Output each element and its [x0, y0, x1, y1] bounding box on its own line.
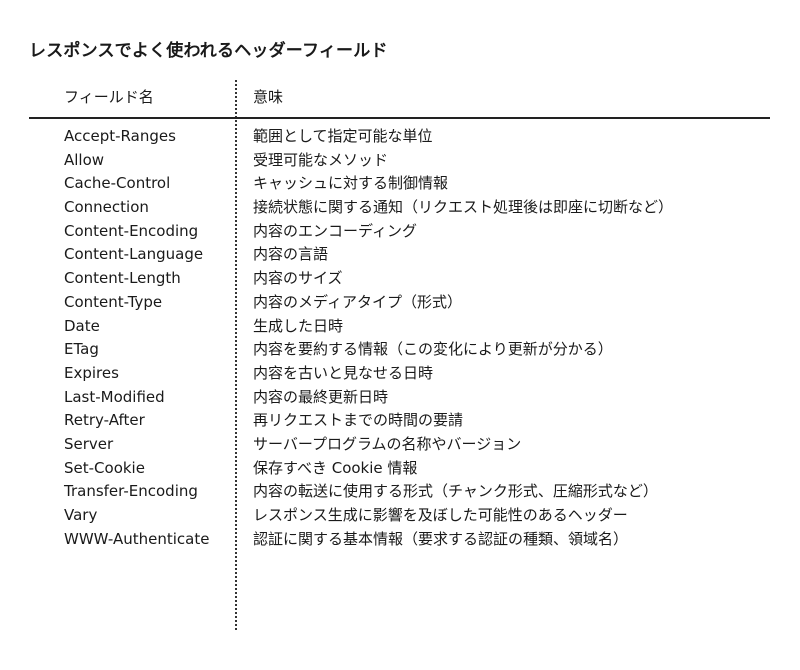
field-name-cell: Connection — [64, 198, 149, 217]
column-header-field-name: フィールド名 — [64, 88, 154, 106]
meaning-cell: 内容を古いと見なせる日時 — [253, 363, 434, 382]
field-name-cell: Date — [64, 316, 100, 335]
meaning-cell: サーバープログラムの名称やバージョン — [253, 434, 522, 453]
table-row: Content-Length 内容のサイズ — [0, 266, 800, 290]
table-row: Expires 内容を古いと見なせる日時 — [0, 361, 800, 385]
table-row: Content-Language 内容の言語 — [0, 242, 800, 266]
meaning-cell: キャッシュに対する制御情報 — [253, 174, 449, 193]
field-name-cell: Content-Language — [64, 245, 204, 264]
meaning-cell: 内容の最終更新日時 — [253, 387, 389, 406]
meaning-cell: 保存すべき Cookie 情報 — [253, 458, 418, 477]
table-row: Retry-After 再リクエストまでの時間の要請 — [0, 408, 800, 432]
table-body: Accept-Ranges 範囲として指定可能な単位 Allow 受理可能なメソ… — [0, 124, 800, 550]
meaning-cell: 内容のエンコーディング — [253, 221, 417, 240]
field-name-cell: Transfer-Encoding — [64, 482, 198, 501]
meaning-cell: 内容の言語 — [253, 245, 329, 264]
header-divider — [29, 117, 770, 119]
field-name-cell: Server — [64, 434, 114, 453]
table-row: Transfer-Encoding 内容の転送に使用する形式（チャンク形式、圧縮… — [0, 479, 800, 503]
meaning-cell: 再リクエストまでの時間の要請 — [253, 411, 464, 430]
meaning-cell: 内容のメディアタイプ（形式） — [253, 292, 462, 311]
meaning-cell: 範囲として指定可能な単位 — [253, 127, 433, 145]
meaning-cell: レスポンス生成に影響を及ぼした可能性のあるヘッダー — [253, 506, 628, 524]
field-name-cell: Vary — [64, 506, 98, 524]
meaning-cell: 内容のサイズ — [253, 269, 343, 288]
meaning-cell: 内容の転送に使用する形式（チャンク形式、圧縮形式など） — [253, 482, 658, 501]
table-row: Content-Encoding 内容のエンコーディング — [0, 219, 800, 243]
table-row: Connection 接続状態に関する通知（リクエスト処理後は即座に切断など） — [0, 195, 800, 219]
field-name-cell: ETag — [64, 340, 99, 359]
meaning-cell: 生成した日時 — [253, 316, 344, 335]
field-name-cell: Set-Cookie — [64, 458, 145, 477]
field-name-cell: Expires — [64, 363, 119, 382]
meaning-cell: 接続状態に関する通知（リクエスト処理後は即座に切断など） — [253, 198, 674, 217]
column-header-meaning: 意味 — [253, 88, 284, 106]
table-row: Allow 受理可能なメソッド — [0, 148, 800, 172]
field-name-cell: Content-Type — [64, 292, 163, 311]
table-row: Server サーバープログラムの名称やバージョン — [0, 432, 800, 456]
table-row: Set-Cookie 保存すべき Cookie 情報 — [0, 456, 800, 480]
field-name-cell: Content-Encoding — [64, 221, 199, 240]
field-name-cell: Last-Modified — [64, 387, 165, 406]
table-row: WWW-Authenticate 認証に関する基本情報（要求する認証の種類、領域… — [0, 527, 800, 551]
field-name-cell: WWW-Authenticate — [64, 529, 210, 548]
table-row: ETag 内容を要約する情報（この変化により更新が分かる） — [0, 337, 800, 361]
table-row: Cache-Control キャッシュに対する制御情報 — [0, 171, 800, 195]
field-name-cell: Content-Length — [64, 269, 181, 288]
meaning-cell: 認証に関する基本情報（要求する認証の種類、領域名） — [253, 529, 629, 548]
field-name-cell: Accept-Ranges — [64, 127, 176, 145]
field-name-cell: Allow — [64, 150, 105, 169]
field-name-cell: Retry-After — [64, 411, 145, 430]
table-row: Date 生成した日時 — [0, 314, 800, 338]
table-row: Vary レスポンス生成に影響を及ぼした可能性のあるヘッダー — [0, 503, 800, 527]
table-row: Content-Type 内容のメディアタイプ（形式） — [0, 290, 800, 314]
field-name-cell: Cache-Control — [64, 174, 171, 193]
meaning-cell: 内容を要約する情報（この変化により更新が分かる） — [253, 340, 613, 359]
meaning-cell: 受理可能なメソッド — [253, 150, 389, 169]
table-row: Last-Modified 内容の最終更新日時 — [0, 385, 800, 409]
table-row: Accept-Ranges 範囲として指定可能な単位 — [0, 124, 800, 148]
page-title: レスポンスでよく使われるヘッダーフィールド — [29, 41, 388, 61]
